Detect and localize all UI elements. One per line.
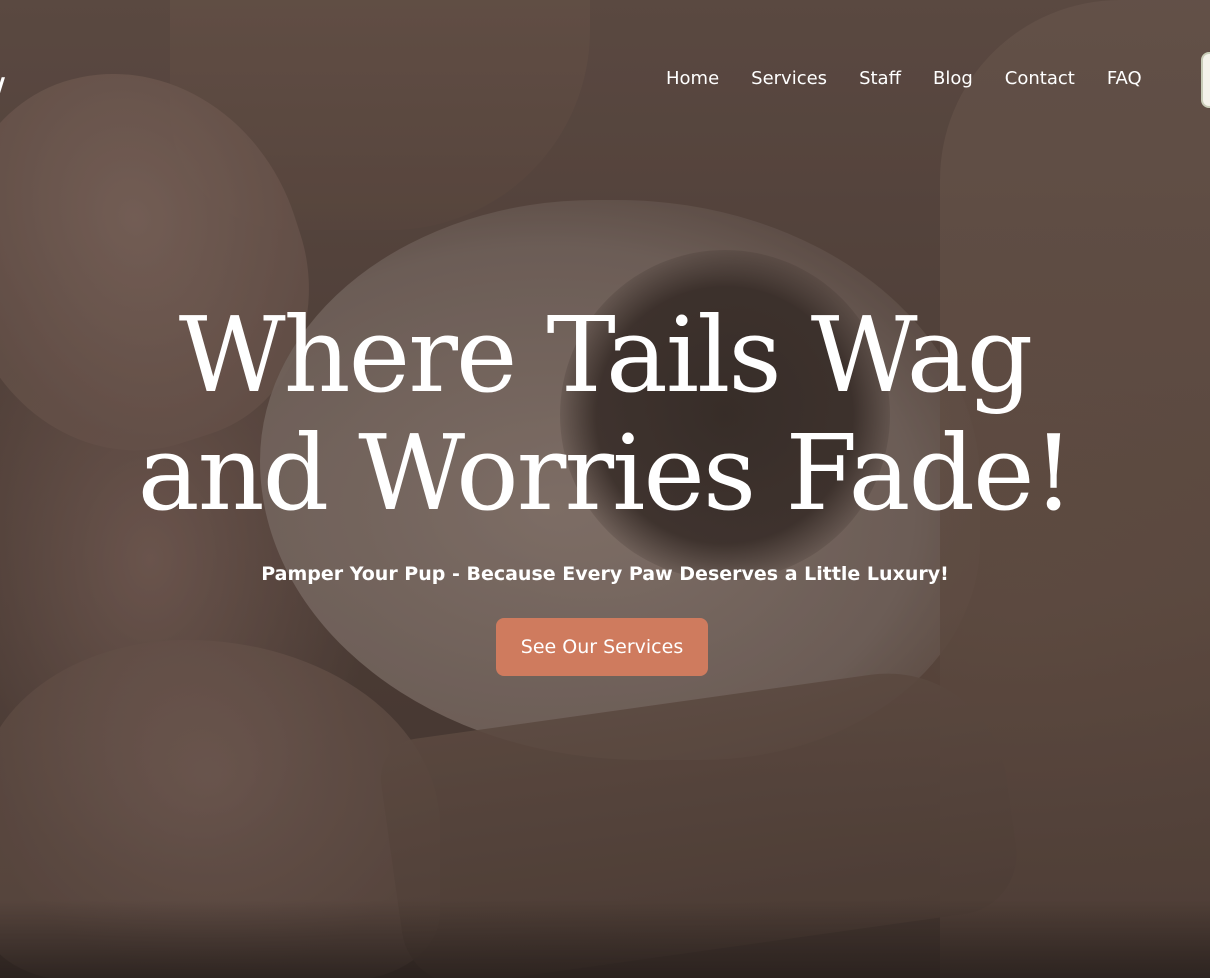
see-our-services-button[interactable]: See Our Services [496, 618, 708, 676]
header-cta-button[interactable] [1201, 52, 1210, 108]
nav-item-services[interactable]: Services [735, 66, 843, 92]
hero-title-line-1: Where Tails Wag [178, 294, 1033, 416]
nav-item-blog[interactable]: Blog [917, 66, 989, 92]
nav-item-home[interactable]: Home [650, 66, 735, 92]
nav-item-staff[interactable]: Staff [843, 66, 917, 92]
site-logo[interactable]: / [0, 72, 5, 107]
hero-title: Where Tails Wag and Worries Fade! [0, 296, 1210, 532]
hero-subtitle: Pamper Your Pup - Because Every Paw Dese… [261, 563, 949, 585]
main-nav: Home Services Staff Blog Contact FAQ [650, 66, 1158, 92]
nav-item-faq[interactable]: FAQ [1091, 66, 1158, 92]
nav-item-contact[interactable]: Contact [989, 66, 1091, 92]
hero-section: / Home Services Staff Blog Contact FAQ W… [0, 0, 1210, 978]
hero-title-line-2: and Worries Fade! [137, 412, 1075, 534]
